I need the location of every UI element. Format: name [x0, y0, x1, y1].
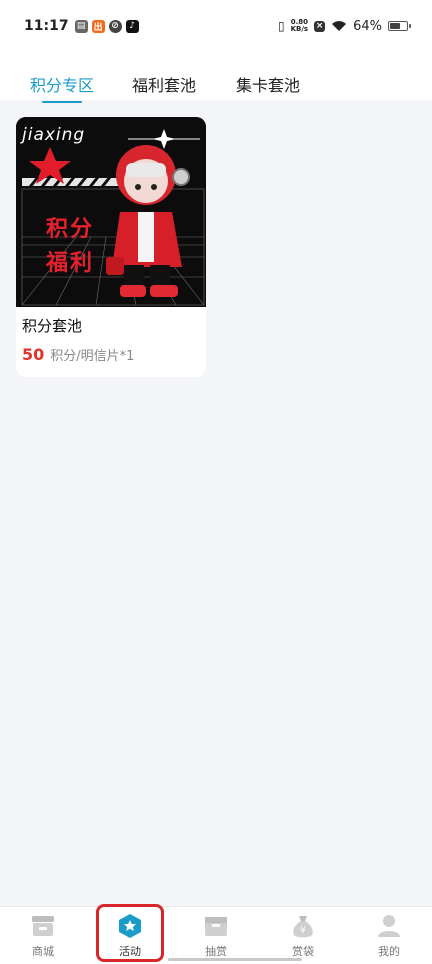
net-speed-unit: KB/s [290, 25, 309, 33]
pool-card-price: 50 积分/明信片*1 [22, 345, 134, 364]
battery-fill [390, 23, 400, 29]
bottom-nav: 商城 活动 抽赏 ¥ 赏袋 我的 [0, 906, 432, 964]
battery-percent: 64% [353, 18, 382, 34]
nav-item-profile[interactable]: 我的 [359, 913, 419, 959]
box-icon [203, 913, 229, 939]
pool-card-title: 积分套池 [22, 317, 83, 335]
pool-card-image: jiaxing 积分 福利 [16, 117, 206, 307]
nav-label: 抽赏 [205, 945, 227, 958]
tab-points-zone[interactable]: 积分专区 [30, 72, 95, 103]
notification-icons: ▤ 出 ⊘ ♪ [74, 19, 139, 33]
vibrate-icon: ▯ [278, 19, 285, 33]
tab-card-collection-pool[interactable]: 集卡套池 [236, 72, 300, 96]
pool-card[interactable]: jiaxing 积分 福利 积分套池 50 积分/明信片*1 [16, 117, 206, 377]
nav-label: 商城 [32, 945, 54, 958]
app-notification-icon: 出 [91, 19, 105, 33]
promo-text-line2: 福利 [46, 251, 95, 276]
profile-icon [376, 913, 402, 939]
nav-item-bag[interactable]: ¥ 赏袋 [273, 913, 333, 959]
shop-icon [30, 913, 56, 939]
svg-text:¥: ¥ [300, 926, 306, 936]
tiktok-icon: ♪ [125, 19, 139, 33]
active-tab-underline [42, 101, 83, 103]
link-icon: ⊘ [108, 19, 122, 33]
tab-label: 集卡套池 [236, 76, 301, 95]
brand-logo: jiaxing [22, 125, 86, 145]
promo-illustration [16, 117, 206, 307]
wifi-icon [332, 21, 347, 31]
status-time: 11:17 [24, 18, 69, 34]
status-right: ▯ 0.80 KB/s × 64% [278, 18, 411, 34]
tab-label: 福利套池 [132, 76, 197, 95]
promo-text-line1: 积分 [46, 217, 95, 242]
net-speed: 0.80 KB/s [291, 19, 308, 33]
nav-label: 赏袋 [292, 945, 314, 958]
home-indicator[interactable] [168, 958, 302, 961]
tab-bar: 积分专区 福利套池 集卡套池 [0, 52, 432, 103]
tab-welfare-pool[interactable]: 福利套池 [132, 72, 196, 96]
active-nav-highlight [96, 904, 164, 962]
price-unit: 积分/明信片*1 [50, 349, 135, 364]
price-value: 50 [22, 345, 45, 364]
status-bar: 11:17 ▤ 出 ⊘ ♪ ▯ 0.80 KB/s × 64% [0, 0, 432, 52]
tab-label: 积分专区 [30, 76, 95, 95]
nav-item-draw[interactable]: 抽赏 [186, 913, 246, 959]
battery-icon [388, 21, 411, 31]
nav-label: 我的 [378, 945, 400, 958]
message-icon: ▤ [74, 19, 88, 33]
nav-item-shop[interactable]: 商城 [13, 913, 73, 959]
money-bag-icon: ¥ [290, 913, 316, 939]
sim-icon: × [314, 20, 326, 32]
